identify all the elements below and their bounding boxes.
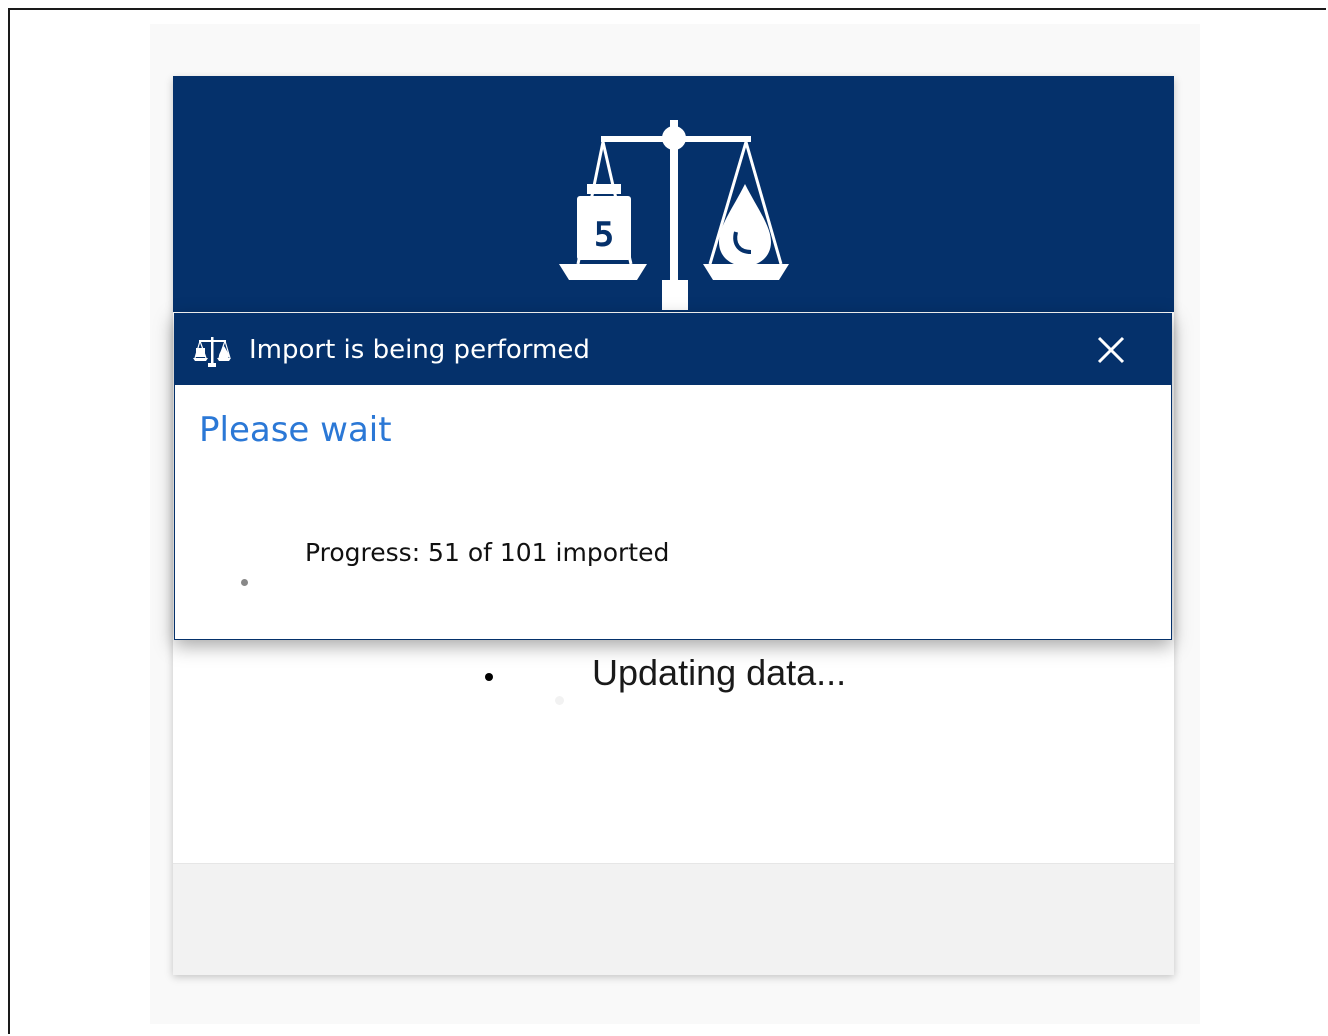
dialog-title: Import is being performed [249, 335, 590, 365]
close-icon[interactable] [1093, 332, 1129, 368]
spinner-dot [485, 673, 493, 681]
progress-spinner-dot [241, 579, 248, 586]
spinner-dot [555, 696, 564, 705]
updating-status-text: Updating data... [592, 652, 847, 693]
close-button[interactable] [1093, 332, 1129, 368]
progress-text: Progress: 51 of 101 imported [305, 538, 670, 567]
balance-scale-icon [193, 337, 231, 367]
balance-scale-icon: 5 [559, 120, 789, 310]
weight-label: 5 [594, 215, 614, 255]
app-header: 5 [173, 76, 1174, 312]
please-wait-heading: Please wait [199, 410, 392, 450]
import-dialog: Import is being performed Please wait Pr… [174, 313, 1172, 640]
app-footer [173, 863, 1174, 975]
dialog-titlebar[interactable]: Import is being performed [175, 314, 1171, 385]
